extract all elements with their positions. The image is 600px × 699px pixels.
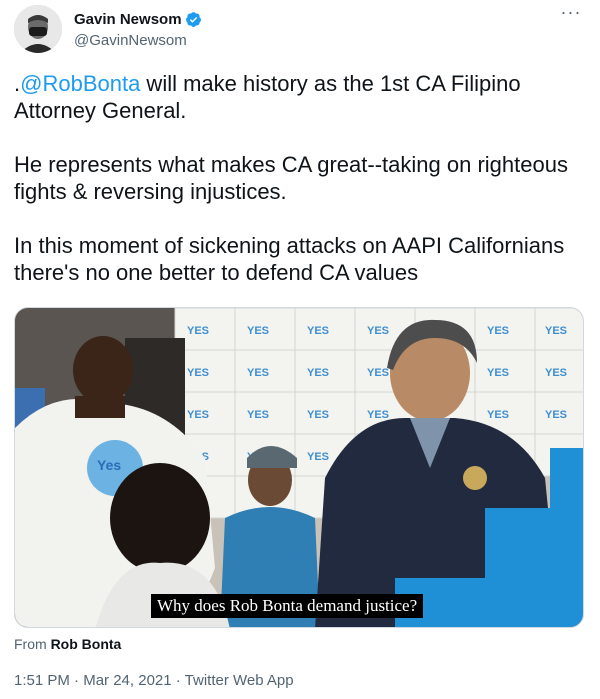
meta-separator: · (171, 672, 185, 689)
svg-text:YES: YES (545, 367, 567, 379)
svg-text:YES: YES (307, 325, 329, 337)
svg-text:YES: YES (307, 367, 329, 379)
tweet-date[interactable]: Mar 24, 2021 (83, 672, 171, 689)
svg-text:YES: YES (187, 409, 209, 421)
video-player[interactable]: YES YES YES YES YES YES YES YES YES YES YES YES YE… (14, 307, 584, 628)
svg-text:YES: YES (367, 325, 389, 337)
svg-text:YES: YES (487, 367, 509, 379)
svg-text:YES: YES (307, 409, 329, 421)
svg-text:YES: YES (367, 409, 389, 421)
media-source: From Rob Bonta (14, 636, 121, 652)
user-handle[interactable]: @GavinNewsom (74, 32, 202, 49)
tweet-metadata: 1:51 PM · Mar 24, 2021 · Twitter Web App (14, 672, 294, 689)
video-subtitle: Why does Rob Bonta demand justice? (151, 594, 424, 618)
more-horizontal-icon[interactable]: ··· (560, 3, 582, 27)
meta-separator: · (69, 672, 84, 689)
mention-link[interactable]: @RobBonta (20, 71, 140, 96)
shirt-text: Yes (97, 457, 121, 473)
tweet-paragraph-3: In this moment of sickening attacks on A… (14, 233, 565, 285)
svg-text:YES: YES (247, 325, 269, 337)
video-frame: YES YES YES YES YES YES YES YES YES YES YES YES YE… (15, 308, 583, 627)
svg-text:YES: YES (247, 367, 269, 379)
tweet-paragraph-1: .@RobBonta will make history as the 1st … (14, 70, 586, 124)
svg-text:YES: YES (247, 409, 269, 421)
svg-text:YES: YES (187, 367, 209, 379)
tweet-source-app[interactable]: Twitter Web App (185, 672, 294, 689)
tweet-paragraph-2: He represents what makes CA great--takin… (14, 152, 568, 204)
source-prefix: From (14, 636, 47, 652)
avatar[interactable] (14, 5, 62, 53)
svg-text:YES: YES (487, 409, 509, 421)
tweet-header: Gavin Newsom @GavinNewsom ··· (14, 3, 586, 53)
svg-text:YES: YES (187, 325, 209, 337)
source-name-link[interactable]: Rob Bonta (51, 636, 122, 652)
svg-text:YES: YES (545, 409, 567, 421)
svg-text:YES: YES (307, 451, 329, 463)
verified-badge-icon (185, 11, 202, 28)
display-name[interactable]: Gavin Newsom (74, 11, 182, 28)
tweet-text: .@RobBonta will make history as the 1st … (14, 70, 586, 313)
tweet-time[interactable]: 1:51 PM (14, 672, 70, 689)
svg-text:YES: YES (487, 325, 509, 337)
avatar-image (14, 5, 62, 53)
svg-text:YES: YES (367, 367, 389, 379)
svg-text:YES: YES (545, 325, 567, 337)
